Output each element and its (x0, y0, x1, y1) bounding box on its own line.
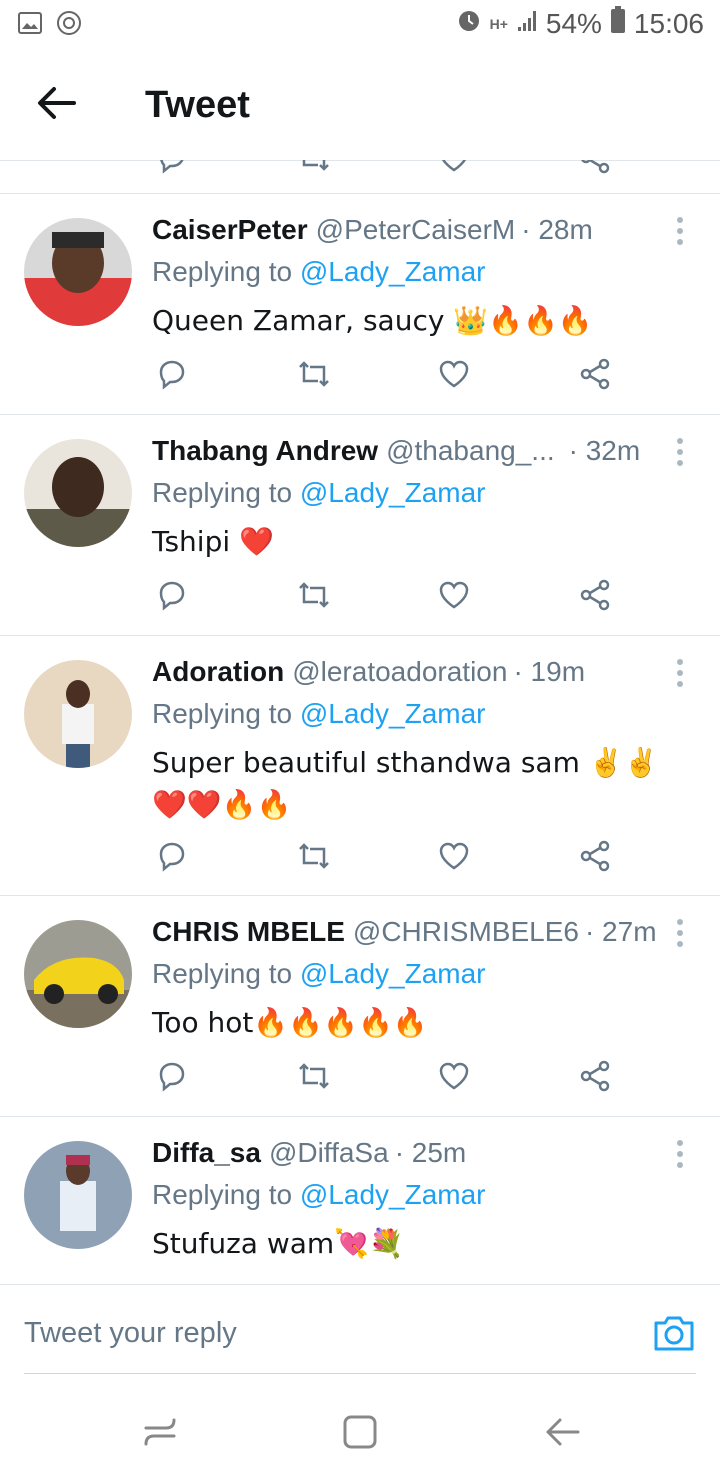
more-options-icon[interactable] (670, 1139, 690, 1169)
share-button[interactable] (575, 354, 615, 394)
gallery-icon (18, 12, 42, 39)
replying-to: Replying to @Lady_Zamar (152, 256, 682, 292)
tweet-card[interactable]: CHRIS MBELE @CHRISMBELE6 · 27m Replying … (0, 896, 720, 1117)
retweet-button[interactable] (294, 160, 334, 178)
timestamp: · 25m (394, 1137, 467, 1168)
replying-prefix: Replying to (152, 958, 293, 989)
retweet-button[interactable] (294, 575, 334, 615)
signal-icon (516, 8, 538, 40)
replies-feed: CaiserPeter @PeterCaiserM · 28m Replying… (0, 194, 720, 1277)
display-name[interactable]: CaiserPeter (152, 214, 308, 246)
like-button[interactable] (434, 160, 474, 178)
share-button[interactable] (575, 836, 615, 876)
reply-placeholder: Tweet your reply (24, 1317, 237, 1349)
battery-percent: 54% (545, 7, 602, 39)
reply-button[interactable] (152, 836, 192, 876)
timestamp: · 32m (568, 435, 641, 466)
reply-input[interactable]: Tweet your reply (24, 1285, 696, 1374)
page-title: Tweet (145, 84, 250, 126)
tweet-card[interactable]: Thabang Andrew @thabang_... · 32m Replyi… (0, 415, 720, 636)
avatar[interactable] (24, 218, 132, 326)
more-options-icon[interactable] (670, 216, 690, 246)
user-handle: @leratoadoration (292, 656, 508, 687)
more-options-icon[interactable] (670, 658, 690, 688)
recent-apps-icon (140, 1418, 180, 1456)
avatar[interactable] (24, 660, 132, 768)
user-handle: @thabang_... (386, 435, 555, 466)
sync-icon (56, 10, 82, 41)
more-options-icon[interactable] (670, 918, 690, 948)
like-button[interactable] (434, 575, 474, 615)
recent-apps-button[interactable] (140, 1412, 180, 1452)
tweet-text: Queen Zamar, saucy 👑🔥🔥🔥 (152, 304, 593, 337)
timestamp: · 27m (584, 916, 657, 947)
home-icon (340, 1415, 380, 1456)
replying-to: Replying to @Lady_Zamar (152, 1179, 682, 1215)
timestamp: · 19m (513, 656, 586, 687)
user-handle: @DiffaSa (268, 1137, 389, 1168)
tweet-text: Too hot🔥🔥🔥🔥🔥 (152, 1006, 428, 1039)
share-button[interactable] (575, 575, 615, 615)
camera-icon (652, 1316, 696, 1357)
network-type: H+ (489, 15, 508, 32)
replying-prefix: Replying to (152, 477, 293, 508)
user-handle: @PeterCaiserM (315, 214, 516, 245)
retweet-button[interactable] (294, 1056, 334, 1096)
tweet-card[interactable]: Diffa_sa @DiffaSa · 25m Replying to @Lad… (0, 1117, 720, 1277)
reply-composer: Tweet your reply (0, 1284, 720, 1377)
mention-link[interactable]: @Lady_Zamar (300, 958, 486, 989)
reply-button[interactable] (152, 1056, 192, 1096)
reply-button[interactable] (152, 354, 192, 394)
system-back-button[interactable] (542, 1412, 582, 1452)
mention-link[interactable]: @Lady_Zamar (300, 256, 486, 287)
reply-button[interactable] (152, 160, 192, 178)
mention-link[interactable]: @Lady_Zamar (300, 698, 486, 729)
display-name[interactable]: Thabang Andrew (152, 435, 378, 467)
clock: 15:06 (633, 7, 704, 39)
display-name[interactable]: Diffa_sa (152, 1137, 261, 1169)
avatar[interactable] (24, 920, 132, 1028)
display-name[interactable]: CHRIS MBELE (152, 916, 345, 948)
more-options-icon[interactable] (670, 437, 690, 467)
replying-prefix: Replying to (152, 698, 293, 729)
tweet-text: Stufuza wam💘💐 (152, 1227, 404, 1260)
avatar[interactable] (24, 1141, 132, 1249)
camera-button[interactable] (652, 1313, 696, 1353)
reply-button[interactable] (152, 575, 192, 615)
like-button[interactable] (434, 1056, 474, 1096)
back-button[interactable] (34, 80, 78, 130)
home-button[interactable] (340, 1412, 380, 1452)
timestamp: · 28m (521, 214, 593, 245)
back-arrow-icon (36, 85, 76, 126)
tweet-card[interactable]: CaiserPeter @PeterCaiserM · 28m Replying… (0, 194, 720, 415)
like-button[interactable] (434, 836, 474, 876)
tweet-text: Super beautiful sthandwa sam ✌️✌️❤️❤️🔥🔥 (152, 746, 659, 821)
previous-tweet-actions (0, 160, 720, 194)
replying-to: Replying to @Lady_Zamar (152, 958, 682, 994)
retweet-button[interactable] (294, 836, 334, 876)
system-nav-bar (0, 1380, 720, 1480)
share-button[interactable] (575, 160, 615, 178)
display-name[interactable]: Adoration (152, 656, 284, 688)
tweet-card[interactable]: Adoration @leratoadoration · 19m Replyin… (0, 636, 720, 896)
mention-link[interactable]: @Lady_Zamar (300, 477, 486, 508)
user-handle: @CHRISMBELE6 (352, 916, 579, 947)
back-icon (542, 1418, 582, 1456)
status-bar: H+ 54% 15:06 (0, 0, 720, 50)
replying-to: Replying to @Lady_Zamar (152, 698, 682, 734)
replying-prefix: Replying to (152, 256, 293, 287)
battery-icon (610, 6, 626, 41)
retweet-button[interactable] (294, 354, 334, 394)
avatar[interactable] (24, 439, 132, 547)
mention-link[interactable]: @Lady_Zamar (300, 1179, 486, 1210)
replying-prefix: Replying to (152, 1179, 293, 1210)
alarm-icon (456, 7, 482, 40)
replying-to: Replying to @Lady_Zamar (152, 477, 682, 513)
like-button[interactable] (434, 354, 474, 394)
share-button[interactable] (575, 1056, 615, 1096)
app-header: Tweet (0, 52, 720, 161)
tweet-text: Tshipi ❤️ (152, 525, 274, 558)
